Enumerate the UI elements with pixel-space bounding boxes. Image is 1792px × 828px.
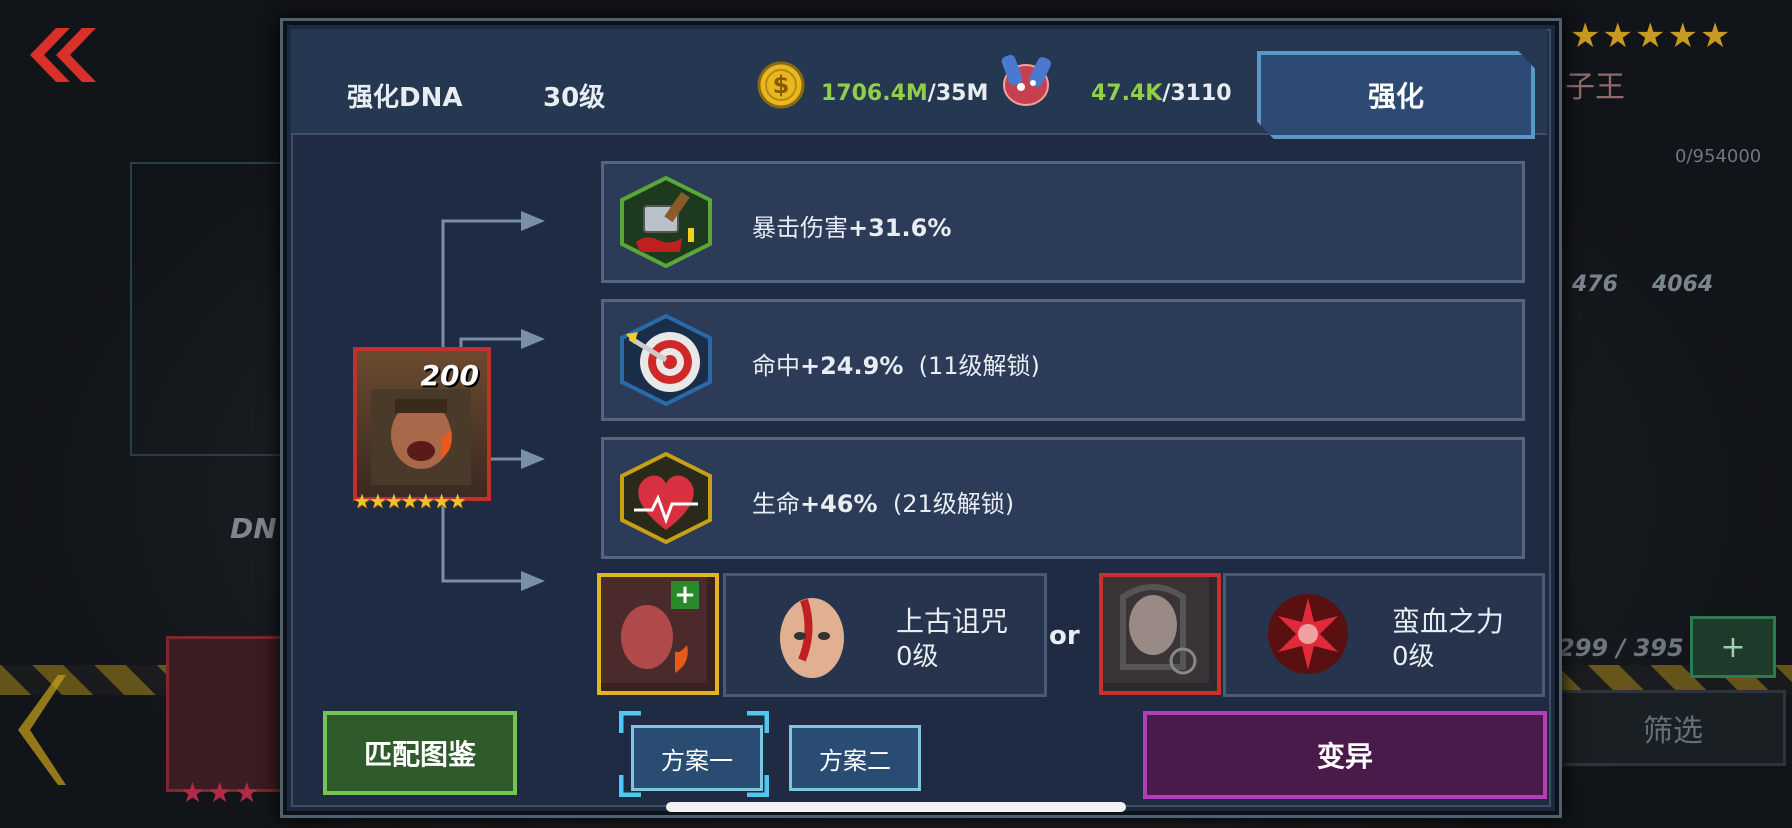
heart-icon bbox=[620, 452, 712, 544]
skill-right-hero-portrait[interactable] bbox=[1099, 573, 1221, 695]
background-fraction: 299 / 395 bbox=[1558, 634, 1684, 662]
home-indicator[interactable] bbox=[666, 802, 1126, 812]
plan-one-button[interactable]: 方案一 bbox=[631, 725, 763, 791]
plan-two-button[interactable]: 方案二 bbox=[789, 725, 921, 791]
enhance-button[interactable]: 强化 bbox=[1257, 51, 1535, 139]
background-count: 0/954000 bbox=[1675, 146, 1762, 167]
stat-row-crit-damage: 暴击伤害+31.6% bbox=[601, 161, 1525, 283]
gene-material-icon bbox=[1001, 54, 1052, 106]
skill-left-level: 0级 bbox=[896, 642, 939, 672]
gene-amount: 47.4K/3110 bbox=[1091, 81, 1232, 106]
mutate-button[interactable]: 变异 bbox=[1143, 711, 1547, 799]
hammer-icon bbox=[620, 176, 712, 268]
background-hero-stars: ★★★ bbox=[180, 776, 262, 809]
skill-right-level: 0级 bbox=[1392, 642, 1435, 672]
stat-accuracy-text: 命中+24.9% (11级解锁) bbox=[752, 352, 1040, 380]
skill-left-hero-portrait[interactable]: + bbox=[597, 573, 719, 695]
gold-coin-icon: $ bbox=[757, 61, 805, 109]
stat-row-accuracy: 命中+24.9% (11级解锁) bbox=[601, 299, 1525, 421]
filter-button[interactable]: 筛选 bbox=[1560, 690, 1786, 766]
hero-portrait-card[interactable]: 200 bbox=[353, 347, 491, 501]
stat-health-text: 生命+46% (21级解锁) bbox=[752, 490, 1015, 518]
dialog-header: 强化DNA 30级 $ 1706.4M/35M 47.4K/3110 强化 bbox=[291, 29, 1547, 139]
skill-right-name: 蛮血之力 bbox=[1392, 605, 1505, 638]
hero-portrait-image: + bbox=[601, 577, 707, 683]
svg-text:$: $ bbox=[773, 71, 790, 99]
skill-left-box[interactable]: 上古诅咒 0级 bbox=[723, 573, 1047, 697]
dialog-title: 强化DNA bbox=[347, 83, 463, 113]
dna-enhance-dialog: 强化DNA 30级 $ 1706.4M/35M 47.4K/3110 强化 20… bbox=[280, 18, 1562, 818]
hero-level: 200 bbox=[420, 359, 479, 392]
match-codex-button[interactable]: 匹配图鉴 bbox=[323, 711, 517, 795]
background-left-card bbox=[130, 162, 284, 456]
stat-crit-damage-text: 暴击伤害+31.6% bbox=[752, 214, 952, 242]
skill-right-box[interactable]: 蛮血之力 0级 bbox=[1223, 573, 1545, 697]
gold-amount: 1706.4M/35M bbox=[821, 81, 989, 106]
target-icon bbox=[620, 314, 712, 406]
background-number: 476 bbox=[1572, 272, 1618, 297]
background-number: 4064 bbox=[1652, 272, 1714, 297]
hero-star-rating: ★★★★★★★ bbox=[353, 489, 467, 513]
skill-berserk-blood-icon bbox=[1268, 594, 1348, 674]
background-title-fragment: 子王 bbox=[1565, 70, 1625, 105]
background-dn-fragment: DN bbox=[230, 512, 277, 545]
or-separator: or bbox=[1049, 621, 1080, 651]
add-icon: + bbox=[674, 580, 696, 610]
background-hero-avatar[interactable] bbox=[166, 636, 292, 792]
skill-left-name: 上古诅咒 bbox=[896, 605, 1009, 638]
hero-portrait-image bbox=[1103, 577, 1209, 683]
background-stars: ★★★★★ bbox=[1570, 16, 1733, 56]
left-arrow-icon[interactable] bbox=[18, 675, 66, 785]
dna-level: 30级 bbox=[543, 83, 606, 113]
stat-row-health: 生命+46% (21级解锁) bbox=[601, 437, 1525, 559]
skill-ancient-curse-icon bbox=[780, 598, 844, 678]
hero-portrait-image bbox=[371, 389, 471, 485]
back-arrow-icon[interactable] bbox=[26, 28, 96, 82]
background-plus-button[interactable]: + bbox=[1690, 616, 1776, 678]
